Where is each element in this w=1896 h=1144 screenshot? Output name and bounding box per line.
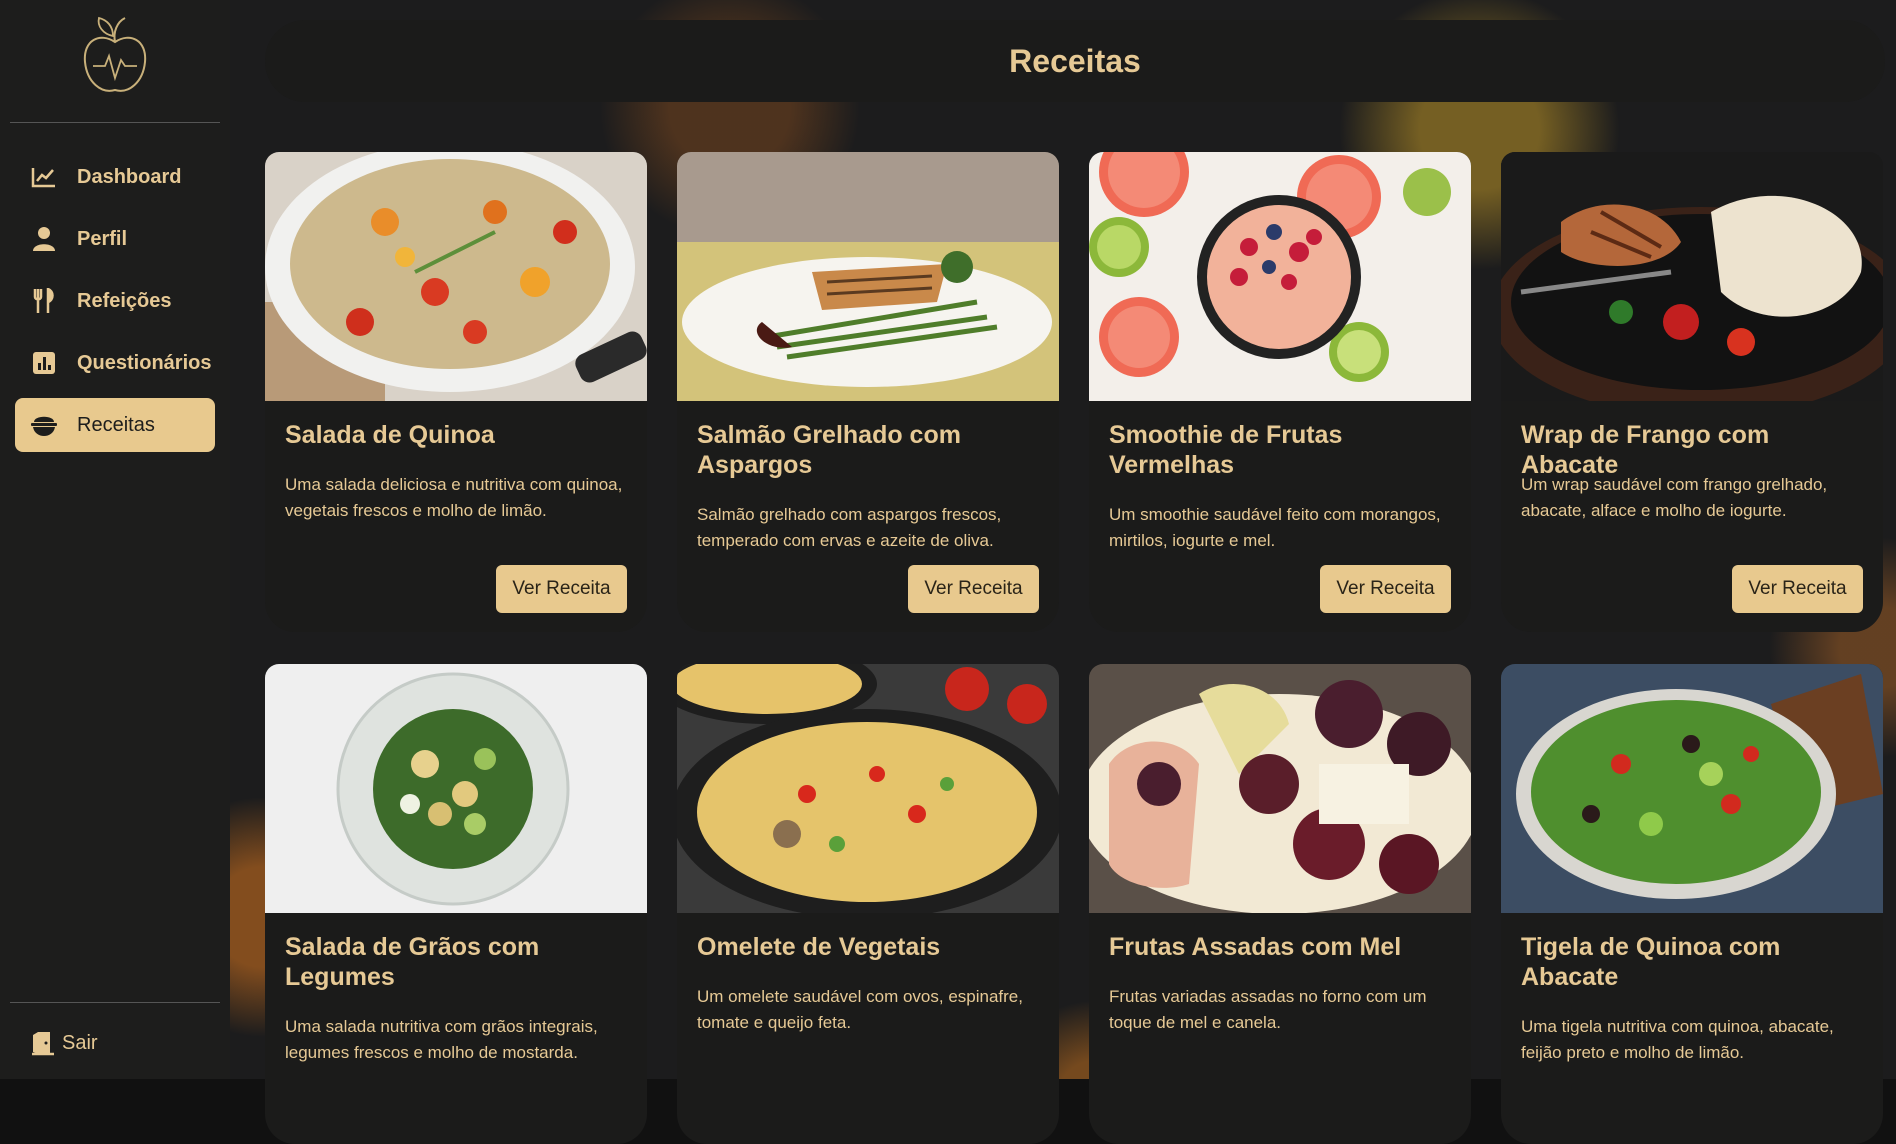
recipe-title: Smoothie de Frutas Vermelhas bbox=[1109, 421, 1343, 479]
recipe-image bbox=[1501, 152, 1883, 401]
recipe-title: Salada de Quinoa bbox=[285, 421, 495, 449]
sidebar-item-refeicoes[interactable]: Refeições bbox=[15, 274, 215, 328]
sidebar-item-dashboard[interactable]: Dashboard bbox=[15, 150, 215, 204]
recipe-description: Um smoothie saudável feito com morangos,… bbox=[1109, 505, 1441, 550]
user-icon bbox=[29, 226, 59, 252]
app-logo[interactable] bbox=[75, 12, 155, 100]
sidebar-divider-top bbox=[10, 122, 220, 123]
sidebar-item-receitas[interactable]: Receitas bbox=[15, 398, 215, 452]
recipe-image bbox=[265, 664, 647, 913]
recipe-card: Salmão Grelhado com Aspargos Salmão grel… bbox=[677, 152, 1059, 632]
recipe-card: Tigela de Quinoa com Abacate Uma tigela … bbox=[1501, 664, 1883, 1144]
door-exit-icon bbox=[30, 1030, 56, 1056]
sidebar-item-label: Questionários bbox=[77, 351, 212, 374]
fork-knife-icon bbox=[29, 288, 59, 314]
recipe-card: Omelete de Vegetais Um omelete saudável … bbox=[677, 664, 1059, 1144]
sidebar-item-perfil[interactable]: Perfil bbox=[15, 212, 215, 266]
logout-label: Sair bbox=[62, 1031, 98, 1054]
recipe-card: Wrap de Frango com Abacate Um wrap saudá… bbox=[1501, 152, 1883, 632]
sidebar-item-label: Perfil bbox=[77, 227, 128, 250]
recipe-title: Wrap de Frango com Abacate bbox=[1521, 421, 1770, 479]
recipe-title: Tigela de Quinoa com Abacate bbox=[1521, 933, 1781, 991]
view-recipe-button[interactable]: Ver Receita bbox=[908, 565, 1039, 613]
recipe-description: Um omelete saudável com ovos, espinafre,… bbox=[697, 987, 1023, 1032]
sidebar-nav: Dashboard Perfil Refeições Questionários… bbox=[0, 150, 230, 460]
recipe-description: Uma salada deliciosa e nutritiva com qui… bbox=[285, 475, 623, 520]
recipe-image bbox=[677, 152, 1059, 401]
recipe-description: Uma salada nutritiva com grãos integrais… bbox=[285, 1017, 598, 1062]
sidebar-item-label: Dashboard bbox=[77, 165, 182, 188]
sidebar-item-label: Refeições bbox=[77, 289, 172, 312]
recipe-description: Uma tigela nutritiva com quinoa, abacate… bbox=[1521, 1017, 1834, 1062]
page-header: Receitas bbox=[265, 20, 1885, 102]
recipe-card: Frutas Assadas com Mel Frutas variadas a… bbox=[1089, 664, 1471, 1144]
recipe-image bbox=[1089, 664, 1471, 913]
recipe-card: Smoothie de Frutas Vermelhas Um smoothie… bbox=[1089, 152, 1471, 632]
page-title: Receitas bbox=[1009, 42, 1141, 79]
recipe-image bbox=[265, 152, 647, 401]
view-recipe-button[interactable]: Ver Receita bbox=[496, 565, 627, 613]
bowl-icon bbox=[29, 412, 59, 438]
recipe-description: Um wrap saudável com frango grelhado, ab… bbox=[1521, 475, 1828, 520]
recipe-image bbox=[1501, 664, 1883, 913]
recipe-card: Salada de Grãos com Legumes Uma salada n… bbox=[265, 664, 647, 1144]
recipe-card: Salada de Quinoa Uma salada deliciosa e … bbox=[265, 152, 647, 632]
recipe-image bbox=[677, 664, 1059, 913]
sidebar-item-questionarios[interactable]: Questionários bbox=[15, 336, 215, 390]
recipe-image bbox=[1089, 152, 1471, 401]
sidebar: Dashboard Perfil Refeições Questionários… bbox=[0, 0, 230, 1079]
recipe-title: Salmão Grelhado com Aspargos bbox=[697, 421, 961, 479]
recipe-description: Frutas variadas assadas no forno com um … bbox=[1109, 987, 1427, 1032]
bar-chart-icon bbox=[29, 350, 59, 376]
recipe-title: Salada de Grãos com Legumes bbox=[285, 933, 540, 991]
recipe-title: Omelete de Vegetais bbox=[697, 933, 941, 961]
chart-line-icon bbox=[29, 164, 59, 190]
sidebar-divider-bottom bbox=[10, 1002, 220, 1003]
recipe-title: Frutas Assadas com Mel bbox=[1109, 933, 1402, 961]
logout-button[interactable]: Sair bbox=[30, 1030, 98, 1056]
recipe-description: Salmão grelhado com aspargos frescos, te… bbox=[697, 505, 1002, 550]
view-recipe-button[interactable]: Ver Receita bbox=[1732, 565, 1863, 613]
view-recipe-button[interactable]: Ver Receita bbox=[1320, 565, 1451, 613]
sidebar-item-label: Receitas bbox=[77, 413, 155, 436]
